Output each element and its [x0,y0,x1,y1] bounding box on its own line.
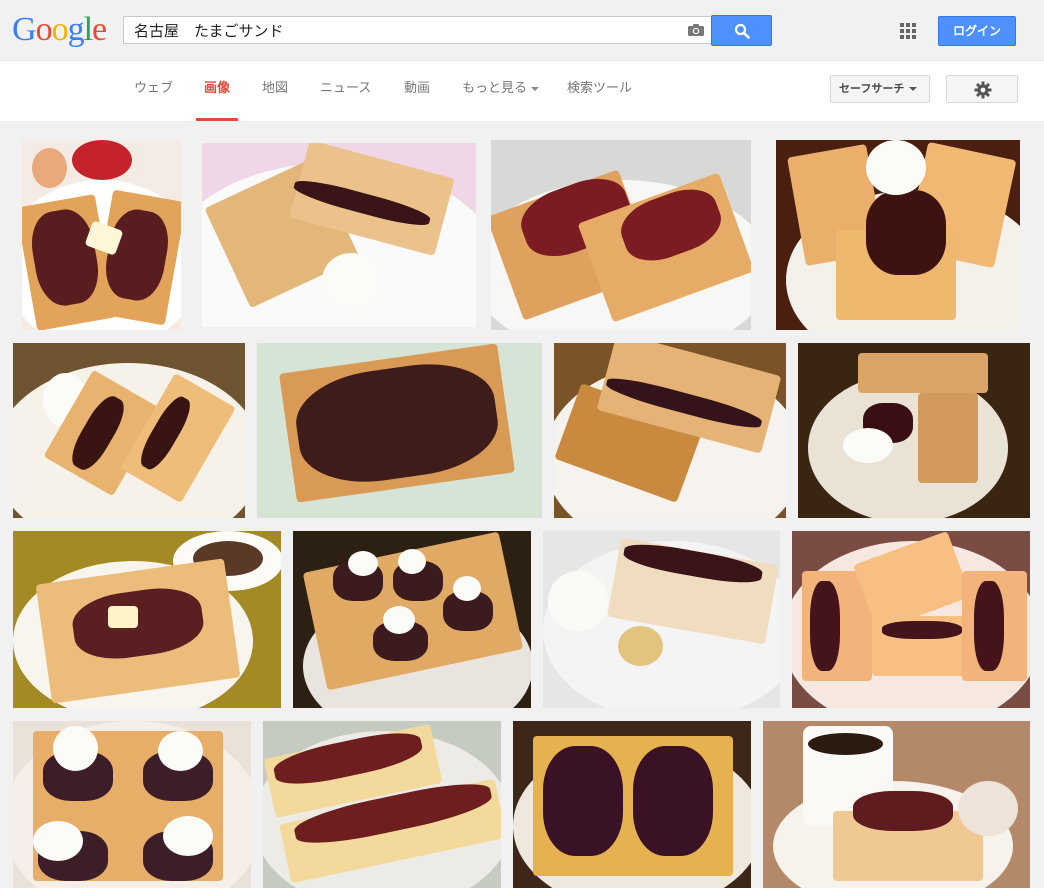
image-result[interactable] [491,140,751,330]
tab-maps[interactable]: 地図 [262,61,288,121]
apps-grid-icon[interactable] [900,23,917,40]
tab-videos[interactable]: 動画 [404,61,430,121]
image-results-grid [0,121,1044,888]
image-result[interactable] [202,143,476,327]
tab-news[interactable]: ニュース [320,61,371,121]
chevron-down-icon [531,86,540,91]
safesearch-button[interactable]: セーフサーチ [830,75,930,103]
search-nav-bar: ウェブ 画像 地図 ニュース 動画 もっと見る 検索ツール セーフサーチ [0,61,1044,122]
image-result[interactable] [763,721,1030,888]
tab-search-tools[interactable]: 検索ツール [567,61,632,121]
logo-letter: G [12,11,37,48]
settings-button[interactable] [946,75,1018,103]
camera-icon[interactable] [687,23,705,37]
image-result[interactable] [792,531,1030,708]
logo-letter: o [51,11,69,48]
image-result[interactable] [13,721,251,888]
logo-letter: e [92,11,107,48]
image-result[interactable] [543,531,780,708]
image-result[interactable] [798,343,1030,518]
search-input[interactable] [124,17,684,43]
search-box [123,16,711,44]
tab-more-label: もっと見る [462,81,528,96]
image-result[interactable] [257,343,542,518]
safesearch-label: セーフサーチ [839,82,905,95]
chevron-down-icon [909,87,918,91]
image-result[interactable] [263,721,501,888]
tab-web[interactable]: ウェブ [134,61,173,121]
logo-letter: g [67,11,85,48]
image-result[interactable] [554,343,786,518]
image-result[interactable] [22,140,181,330]
tab-images[interactable]: 画像 [195,61,239,121]
logo-letter: o [35,11,53,48]
google-logo[interactable]: Google [12,10,107,50]
image-result[interactable] [13,531,281,708]
search-icon [734,23,750,39]
image-result[interactable] [776,140,1020,330]
search-button[interactable] [711,15,772,46]
image-result[interactable] [513,721,751,888]
login-button[interactable]: ログイン [938,16,1016,46]
gear-icon [974,81,992,99]
tab-more[interactable]: もっと見る [462,61,540,121]
image-result[interactable] [293,531,531,708]
logo-letter: l [83,11,94,48]
top-bar: Google ログイン [0,0,1044,61]
image-result[interactable] [13,343,245,518]
